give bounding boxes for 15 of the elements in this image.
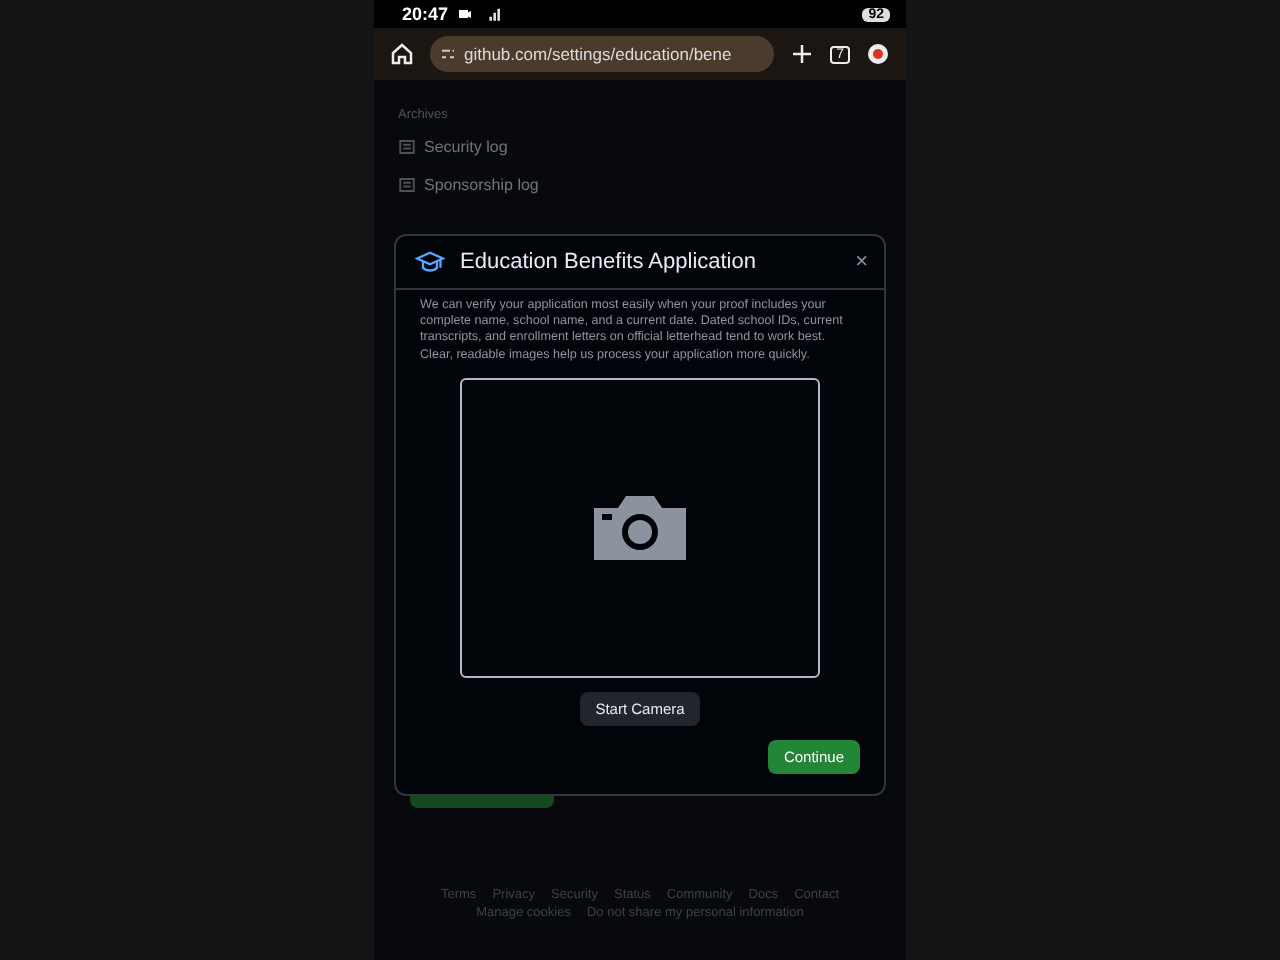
close-button[interactable]: × (855, 250, 868, 274)
plus-icon (790, 42, 815, 66)
log-icon (398, 138, 416, 156)
camera-icon (458, 8, 473, 20)
dialog-title: Education Benefits Application (460, 250, 758, 274)
sidebar-link[interactable]: Sponsorship log (398, 176, 882, 194)
log-icon (398, 176, 416, 194)
record-icon (866, 42, 890, 66)
home-icon (390, 42, 414, 66)
address-bar[interactable]: github.com/settings/education/bene (430, 36, 775, 72)
clock-time: 20:47 (402, 4, 449, 24)
sliders-icon (440, 46, 456, 62)
camera-icon (590, 493, 690, 562)
sidebar-link[interactable]: Security log (398, 138, 882, 156)
graduation-cap-icon (412, 248, 448, 276)
